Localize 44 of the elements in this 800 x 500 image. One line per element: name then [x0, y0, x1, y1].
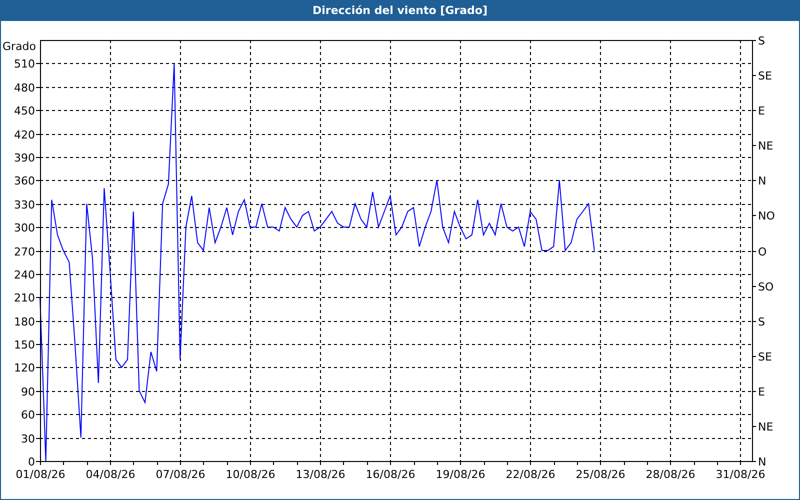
- axis-tick-label: 180: [14, 316, 35, 328]
- axis-tick-label: 60: [21, 408, 35, 422]
- axis-tick-label: 28/08/26: [646, 468, 696, 481]
- axis-tick-label: 30: [21, 432, 35, 446]
- axis-tick-label: 22/08/26: [506, 468, 556, 481]
- axis-tick-label: N: [758, 456, 766, 468]
- axis-tick-label: 90: [21, 386, 35, 398]
- axis-tick-label: O: [758, 246, 767, 258]
- axis-tick-label: 120: [14, 362, 35, 374]
- axis-tick-label: NO: [758, 210, 775, 222]
- axis-tick-label: 01/08/26: [16, 468, 66, 481]
- axis-tick-label: 31/08/26: [716, 468, 766, 481]
- axis-tick-label: S: [758, 316, 765, 328]
- axis-tick-label: 0: [28, 456, 35, 468]
- axis-title: Grado: [2, 40, 36, 53]
- axis-tick-label: N: [758, 174, 766, 188]
- axis-tick-label: 330: [14, 198, 35, 212]
- axis-tick-label: 10/08/26: [226, 468, 276, 481]
- axis-tick-label: 13/08/26: [296, 468, 346, 481]
- axis-tick-label: 210: [14, 292, 35, 304]
- axis-tick-label: 420: [14, 128, 35, 142]
- axis-tick-label: 25/08/26: [576, 468, 626, 481]
- axis-tick-label: SE: [758, 70, 772, 82]
- window-title: Dirección del viento [Grado]: [1, 1, 799, 21]
- axis-tick-label: NE: [758, 140, 774, 152]
- axis-tick-label: 510: [14, 58, 35, 70]
- axis-tick-label: 150: [14, 338, 35, 352]
- axis-tick-label: 16/08/26: [366, 468, 416, 481]
- axis-tick-label: NE: [758, 420, 774, 434]
- axis-tick-label: 07/08/26: [156, 468, 206, 481]
- axis-tick-label: 480: [14, 82, 35, 94]
- axis-tick-label: E: [758, 386, 765, 398]
- axis-tick-label: 19/08/26: [436, 468, 486, 481]
- axis-tick-label: SE: [758, 350, 772, 364]
- axis-tick-label: 300: [14, 222, 35, 234]
- axis-tick-label: 360: [14, 174, 35, 188]
- axis-tick-label: 270: [14, 246, 35, 258]
- axis-tick-label: SO: [758, 280, 774, 294]
- axis-tick-label: 240: [14, 268, 35, 282]
- axis-tick-label: 390: [14, 152, 35, 164]
- axis-tick-label: E: [758, 104, 765, 118]
- axis-tick-label: 04/08/26: [86, 468, 136, 481]
- axis-tick-label: S: [758, 34, 765, 48]
- axis-tick-label: 450: [14, 104, 35, 118]
